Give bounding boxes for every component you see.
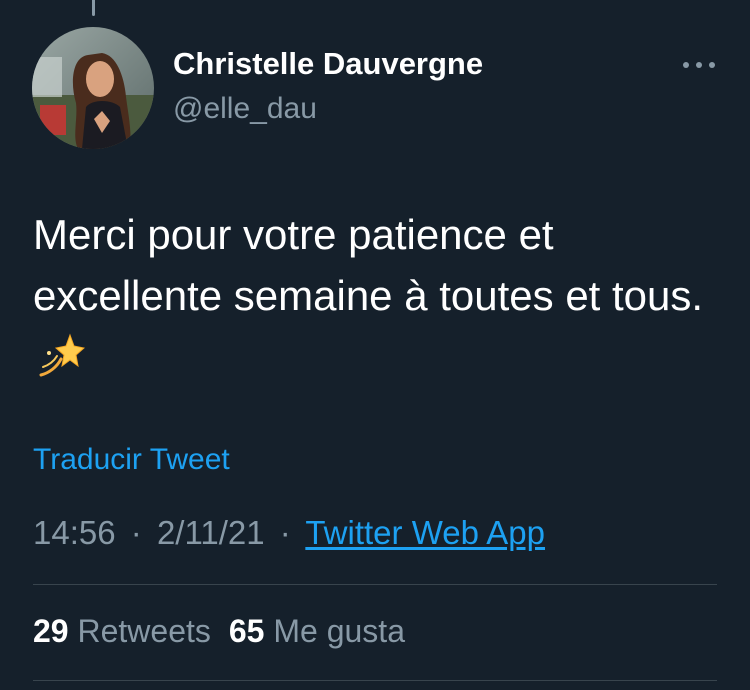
translate-tweet-link[interactable]: Traducir Tweet xyxy=(33,443,230,477)
tweet-source-link[interactable]: Twitter Web App xyxy=(305,514,545,551)
author-handle[interactable]: @elle_dau xyxy=(173,92,317,126)
more-options-button[interactable] xyxy=(676,47,722,83)
divider xyxy=(33,584,717,585)
thread-connector-line xyxy=(92,0,95,16)
tweet-date[interactable]: 2/11/21 xyxy=(157,514,265,551)
tweet-text: Merci pour votre patience et excellente … xyxy=(33,211,704,319)
avatar[interactable] xyxy=(32,27,154,149)
author-name[interactable]: Christelle Dauvergne xyxy=(173,46,483,82)
meta-separator: · xyxy=(130,514,142,551)
likes-count: 65 xyxy=(228,613,265,649)
tweet-body: Merci pour votre patience et excellente … xyxy=(33,204,723,395)
profile-photo-icon xyxy=(32,27,154,149)
tweet-time[interactable]: 14:56 xyxy=(33,514,116,551)
more-horizontal-icon xyxy=(683,62,715,68)
dizzy-star-emoji-icon xyxy=(37,331,86,395)
retweets-stat[interactable]: 29 Retweets xyxy=(33,613,211,649)
tweet-metadata: 14:56 · 2/11/21 · Twitter Web App xyxy=(33,514,545,552)
divider xyxy=(33,680,717,681)
tweet-stats: 29 Retweets 65 Me gusta xyxy=(33,613,405,650)
retweets-count: 29 xyxy=(33,613,69,649)
likes-stat[interactable]: 65 Me gusta xyxy=(229,613,405,649)
retweets-label: Retweets xyxy=(77,613,211,649)
likes-label: Me gusta xyxy=(273,613,405,649)
meta-separator: · xyxy=(279,514,291,551)
